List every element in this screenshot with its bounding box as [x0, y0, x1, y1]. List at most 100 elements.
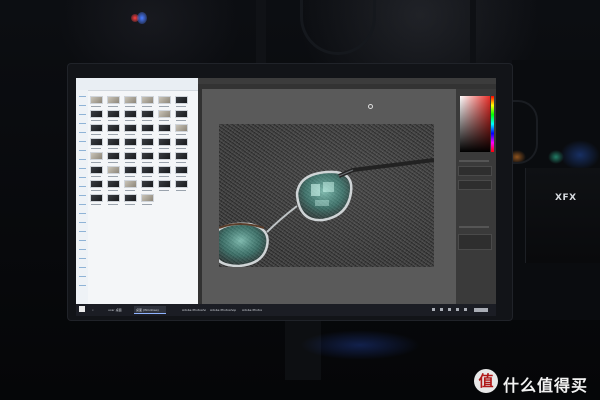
explorer-nav-pane[interactable]	[76, 90, 88, 304]
thumbnail-item[interactable]	[90, 152, 103, 160]
explorer-ribbon[interactable]	[76, 78, 198, 91]
nav-pane-entry[interactable]	[79, 114, 86, 115]
adjustments-panel[interactable]	[458, 166, 492, 176]
thumbnail-item[interactable]	[107, 166, 120, 174]
thumbnail-item[interactable]	[141, 138, 154, 146]
nav-pane-entry[interactable]	[79, 267, 86, 268]
thumbnail-label	[176, 134, 186, 135]
nav-pane-entry[interactable]	[79, 150, 86, 151]
thumbnail-item[interactable]	[90, 166, 103, 174]
thumbnail-label	[125, 204, 135, 205]
thumbnail-item[interactable]	[175, 138, 188, 146]
nav-pane-entry[interactable]	[79, 222, 86, 223]
thumbnail-label	[125, 190, 135, 191]
nav-pane-entry[interactable]	[79, 177, 86, 178]
thumbnail-item[interactable]	[124, 138, 137, 146]
thumbnail-item[interactable]	[158, 110, 171, 118]
thumbnail-item[interactable]	[107, 110, 120, 118]
thumbnail-item[interactable]	[107, 124, 120, 132]
thumbnail-item[interactable]	[90, 138, 103, 146]
nav-pane-entry[interactable]	[79, 96, 86, 97]
taskbar-item[interactable]: 桌面 (Windows)	[134, 306, 166, 314]
nav-pane-entry[interactable]	[79, 213, 86, 214]
thumbnail-item[interactable]	[175, 152, 188, 160]
nav-pane-entry[interactable]	[79, 258, 86, 259]
nav-pane-entry[interactable]	[79, 276, 86, 277]
thumbnail-item[interactable]	[124, 124, 137, 132]
taskbar-item[interactable]: Adobe Photoshop	[180, 306, 206, 314]
thumbnail-item[interactable]	[141, 110, 154, 118]
thumbnail-item[interactable]	[107, 180, 120, 188]
taskbar-item[interactable]: Adobe Photoshop CC	[208, 306, 236, 314]
taskbar-item[interactable]: Adobe Photoshop CC	[240, 306, 262, 314]
nav-pane-entry[interactable]	[79, 105, 86, 106]
nav-pane-entry[interactable]	[79, 240, 86, 241]
thumbnail-item[interactable]	[124, 96, 137, 104]
thumbnail-item[interactable]	[158, 152, 171, 160]
system-tray[interactable]	[428, 306, 494, 314]
thumbnail-label	[108, 176, 118, 177]
thumbnail-item[interactable]	[175, 96, 188, 104]
thumbnail-label	[91, 148, 101, 149]
thumbnail-item[interactable]	[90, 124, 103, 132]
thumbnail-item[interactable]	[90, 110, 103, 118]
nav-pane-entry[interactable]	[79, 204, 86, 205]
ps-canvas-area[interactable]	[202, 89, 456, 304]
cable	[508, 100, 538, 164]
nav-pane-entry[interactable]	[79, 285, 86, 286]
thumbnail-label	[125, 134, 135, 135]
thumbnail-item[interactable]	[124, 166, 137, 174]
hue-slider[interactable]	[491, 96, 494, 152]
nav-pane-entry[interactable]	[79, 123, 86, 124]
color-picker[interactable]	[460, 96, 490, 152]
thumbnail-label	[159, 148, 169, 149]
nav-pane-entry[interactable]	[79, 159, 86, 160]
thumbnail-item[interactable]	[175, 124, 188, 132]
thumbnail-item[interactable]	[141, 166, 154, 174]
thumbnail-item[interactable]	[141, 124, 154, 132]
thumbnail-item[interactable]	[124, 194, 137, 202]
thumbnail-item[interactable]	[141, 152, 154, 160]
thumbnail-item[interactable]	[141, 180, 154, 188]
thumbnail-item[interactable]	[107, 152, 120, 160]
nav-pane-entry[interactable]	[79, 195, 86, 196]
nav-pane-entry[interactable]	[79, 186, 86, 187]
taskbar-search-icon[interactable]: ⌕	[90, 306, 100, 314]
thumbnail-item[interactable]	[107, 194, 120, 202]
desk-glow	[300, 330, 420, 360]
taskbar-item[interactable]: ucar 桌面	[106, 306, 132, 314]
thumbnail-item[interactable]	[158, 124, 171, 132]
thumbnail-item[interactable]	[124, 152, 137, 160]
thumbnail-label	[142, 148, 152, 149]
thumbnail-item[interactable]	[158, 138, 171, 146]
thumbnail-label	[91, 176, 101, 177]
thumbnail-item[interactable]	[107, 96, 120, 104]
thumbnail-item[interactable]	[90, 194, 103, 202]
thumbnail-item[interactable]	[158, 180, 171, 188]
thumbnail-item[interactable]	[124, 110, 137, 118]
nav-pane-entry[interactable]	[79, 231, 86, 232]
thumbnail-item[interactable]	[158, 96, 171, 104]
panel-divider	[459, 226, 489, 228]
nav-pane-entry[interactable]	[79, 168, 86, 169]
rgb-glow	[548, 150, 564, 164]
thumbnail-item[interactable]	[175, 166, 188, 174]
thumbnail-item[interactable]	[90, 180, 103, 188]
nav-pane-entry[interactable]	[79, 132, 86, 133]
thumbnail-item[interactable]	[124, 180, 137, 188]
thumbnail-item[interactable]	[141, 96, 154, 104]
windows-start-icon[interactable]	[79, 306, 85, 312]
thumbnail-item[interactable]	[141, 194, 154, 202]
glasses-photo[interactable]	[219, 124, 434, 267]
thumbnail-label	[91, 106, 101, 107]
layers-panel[interactable]	[458, 234, 492, 250]
adjustments-panel[interactable]	[458, 180, 492, 190]
thumbnail-item[interactable]	[175, 180, 188, 188]
thumbnail-label	[142, 134, 152, 135]
nav-pane-entry[interactable]	[79, 141, 86, 142]
thumbnail-item[interactable]	[175, 110, 188, 118]
thumbnail-item[interactable]	[158, 166, 171, 174]
nav-pane-entry[interactable]	[79, 249, 86, 250]
thumbnail-item[interactable]	[90, 96, 103, 104]
thumbnail-item[interactable]	[107, 138, 120, 146]
